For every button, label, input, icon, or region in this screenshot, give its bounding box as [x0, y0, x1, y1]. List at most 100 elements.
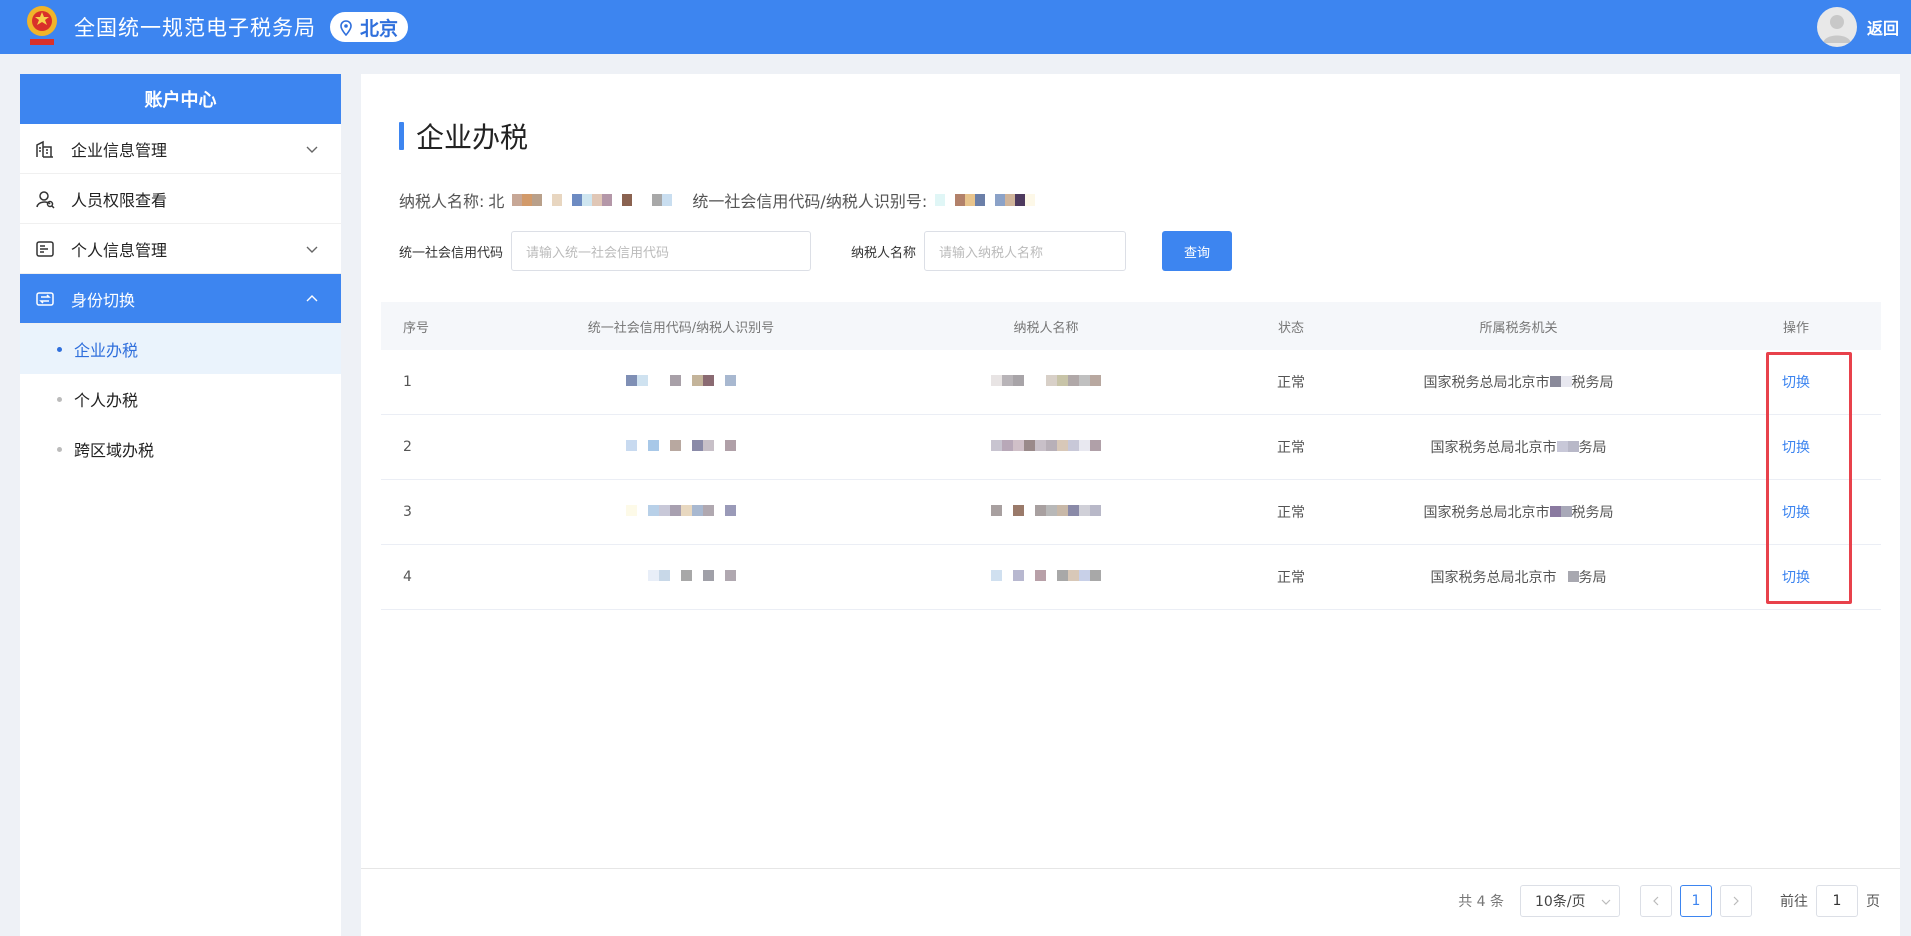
authority-prefix: 国家税务总局北京市 [1423, 505, 1550, 521]
goto-label: 前往 [1780, 894, 1808, 910]
chevron-down-icon [306, 146, 318, 153]
user-avatar-icon[interactable] [1816, 7, 1857, 47]
table-header: 序号 统一社会信用代码/纳税人识别号 纳税人名称 状态 所属税务机关 操作 [381, 302, 1881, 350]
redacted-credit-code [935, 194, 1036, 206]
company-table: 序号 统一社会信用代码/纳税人识别号 纳税人名称 状态 所属税务机关 操作 1 … [381, 302, 1881, 610]
bullet-dot [57, 446, 62, 452]
switch-column-highlight-box [1766, 352, 1852, 604]
pagination: 共 4 条 10条/页 1 前往 1 页 [361, 868, 1900, 936]
authority-suffix: 务局 [1578, 440, 1607, 456]
sidebar-item-permissions[interactable]: 人员权限查看 [20, 174, 341, 224]
page-title: 企业办税 [399, 116, 528, 156]
redacted-authority [1549, 506, 1572, 518]
sidebar: 账户中心 企业信息管理 人员权限查看 个人信息管理 身份切换 企业办税 个人办税… [20, 74, 341, 936]
location-selector[interactable]: 北京 [330, 12, 409, 42]
credit-code-label: 统一社会信用代码/纳税人识别号: [692, 192, 928, 211]
page-number-current[interactable]: 1 [1680, 885, 1712, 917]
user-search-icon [36, 190, 55, 209]
col-header-action: 操作 [1782, 320, 1809, 336]
redacted-credit-code [626, 505, 736, 517]
location-label: 北京 [360, 17, 399, 40]
table-row: 2 正常 国家税务总局北京市 务局 切换 [381, 415, 1881, 480]
current-taxpayer-info: 纳税人名称: 北 统一社会信用代码/纳税人识别号: [399, 188, 1043, 212]
name-search-input[interactable]: 请输入纳税人名称 [924, 231, 1127, 271]
building-icon [36, 140, 53, 158]
sidebar-item-label: 人员权限查看 [71, 190, 168, 210]
taxpayer-name-label: 纳税人名称: [399, 192, 485, 211]
row-status: 正常 [1277, 570, 1305, 586]
chevron-left-icon [1653, 896, 1659, 906]
sidebar-subitem-label: 企业办税 [74, 341, 139, 360]
redacted-authority [1556, 571, 1579, 583]
sidebar-title: 账户中心 [20, 74, 341, 124]
sidebar-item-identity-switch[interactable]: 身份切换 [20, 274, 341, 324]
sidebar-subitem-personal-tax[interactable]: 个人办税 [20, 374, 341, 424]
redacted-credit-code [626, 440, 736, 452]
bullet-dot [57, 346, 62, 352]
redacted-taxpayer-name [991, 570, 1101, 582]
sidebar-item-company-info[interactable]: 企业信息管理 [20, 124, 341, 174]
sidebar-item-personal-info[interactable]: 个人信息管理 [20, 224, 341, 274]
row-index: 3 [403, 504, 412, 520]
authority-prefix: 国家税务总局北京市 [1430, 570, 1557, 586]
total-count: 共 4 条 [1458, 894, 1504, 910]
main-panel: 企业办税 纳税人名称: 北 统一社会信用代码/纳税人识别号: 统一社会信用代码 … [361, 74, 1900, 936]
app-title: 全国统一规范电子税务局 [74, 16, 316, 40]
authority-suffix: 税务局 [1571, 505, 1614, 521]
prev-page-button[interactable] [1640, 885, 1672, 917]
title-accent-bar [399, 122, 404, 150]
sidebar-subitem-cross-region-tax[interactable]: 跨区域办税 [20, 424, 341, 474]
sidebar-item-label: 身份切换 [71, 290, 136, 310]
taxpayer-name-prefix: 北 [488, 192, 505, 211]
col-header-index: 序号 [403, 320, 430, 336]
table-row: 3 正常 国家税务总局北京市 税务局 切换 [381, 480, 1881, 545]
row-status: 正常 [1277, 440, 1305, 456]
authority-suffix: 税务局 [1571, 375, 1614, 391]
sidebar-subitem-label: 跨区域办税 [74, 441, 155, 460]
table-row: 4 正常 国家税务总局北京市 务局 切换 [381, 545, 1881, 610]
tax-emblem-logo [24, 3, 60, 51]
chevron-down-icon [306, 246, 318, 253]
page-size-select[interactable]: 10条/页 [1520, 885, 1620, 917]
table-row: 1 正常 国家税务总局北京市 税务局 切换 [381, 350, 1881, 415]
redacted-authority [1549, 376, 1572, 388]
redacted-authority [1556, 441, 1579, 453]
redacted-taxpayer-name [991, 505, 1101, 517]
switch-icon [36, 291, 54, 306]
row-authority: 国家税务总局北京市 税务局 [1326, 372, 1711, 392]
col-header-status: 状态 [1277, 320, 1304, 336]
credit-code-search-input[interactable]: 请输入统一社会信用代码 [511, 231, 812, 271]
redacted-taxpayer-name [991, 375, 1101, 387]
row-status: 正常 [1277, 375, 1305, 391]
chevron-right-icon [1733, 896, 1739, 906]
page-size-value: 10条/页 [1535, 894, 1586, 910]
redacted-credit-code [626, 570, 736, 582]
sidebar-subitem-label: 个人办税 [74, 391, 139, 410]
id-card-icon [36, 240, 54, 257]
location-pin-icon [340, 19, 352, 37]
bullet-dot [57, 396, 62, 402]
row-index: 2 [403, 439, 412, 455]
authority-prefix: 国家税务总局北京市 [1430, 440, 1557, 456]
row-authority: 国家税务总局北京市 务局 [1326, 567, 1711, 587]
chevron-down-icon [1601, 899, 1611, 905]
redacted-taxpayer-name [512, 194, 673, 206]
query-button[interactable]: 查询 [1162, 231, 1233, 271]
credit-code-search-label: 统一社会信用代码 [399, 245, 504, 261]
search-form: 统一社会信用代码 请输入统一社会信用代码 纳税人名称 请输入纳税人名称 查询 [399, 231, 1233, 271]
page-suffix: 页 [1866, 894, 1880, 910]
back-link[interactable]: 返回 [1867, 15, 1899, 39]
sidebar-subitem-enterprise-tax[interactable]: 企业办税 [20, 324, 341, 374]
name-search-label: 纳税人名称 [851, 245, 917, 261]
sidebar-item-label: 企业信息管理 [71, 140, 168, 160]
row-status: 正常 [1277, 505, 1305, 521]
chevron-up-icon [306, 295, 318, 302]
authority-suffix: 务局 [1578, 570, 1607, 586]
sidebar-item-label: 个人信息管理 [71, 240, 168, 260]
redacted-taxpayer-name [991, 440, 1101, 452]
col-header-credit-code: 统一社会信用代码/纳税人识别号 [587, 320, 775, 336]
goto-page-input[interactable]: 1 [1816, 885, 1858, 917]
next-page-button[interactable] [1720, 885, 1752, 917]
authority-prefix: 国家税务总局北京市 [1423, 375, 1550, 391]
row-index: 4 [403, 569, 412, 585]
